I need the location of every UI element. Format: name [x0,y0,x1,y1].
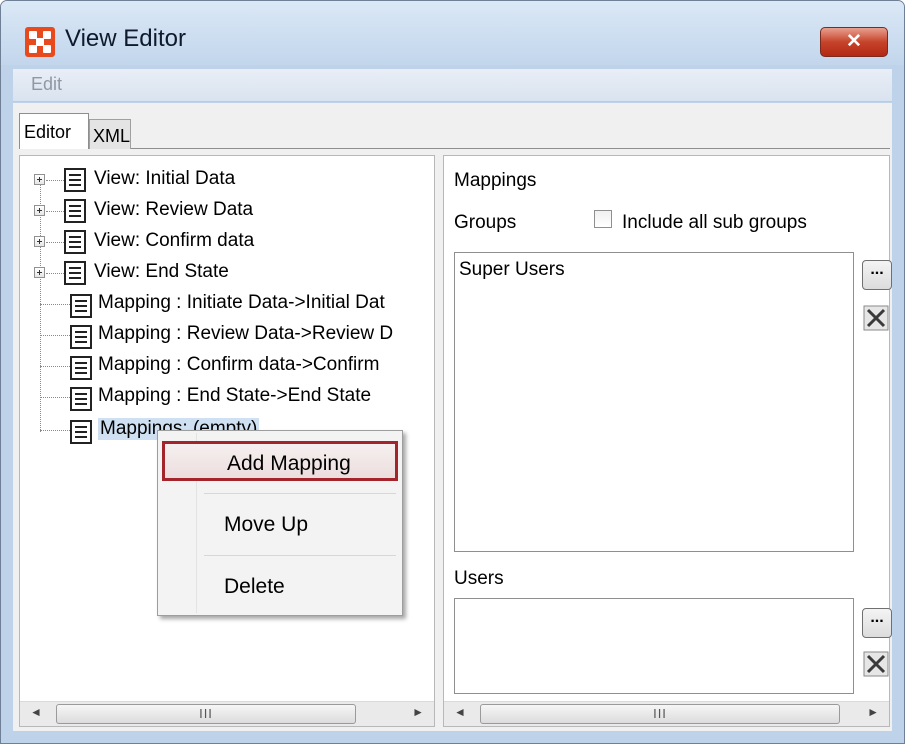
document-icon [70,420,92,444]
tree-connector [40,397,70,398]
menu-item-delete[interactable]: Delete [162,567,398,607]
client-area: Editor XML View: Initial Data View: Revi… [13,103,892,731]
list-item[interactable]: Super Users [459,259,565,281]
document-icon [64,168,86,192]
close-button[interactable]: ✕ [820,27,888,57]
tree-item-mapping-confirm-data[interactable]: Mapping : Confirm data->Confirm [70,352,434,382]
scroll-grip-icon: III [199,706,213,721]
context-menu: Add Mapping Move Up Delete [157,430,403,616]
remove-x-icon [863,651,889,677]
scroll-thumb[interactable]: III [56,704,356,724]
menu-item-add-mapping[interactable]: Add Mapping [162,441,398,481]
browse-groups-button[interactable]: ... [862,260,892,290]
tree-item-label: Mapping : Confirm data->Confirm [98,354,380,375]
tree-item-label: View: Review Data [94,199,254,220]
tree-item-label: View: Confirm data [94,230,255,251]
tree-item-mapping-end-state[interactable]: Mapping : End State->End State [70,383,434,413]
scroll-right-icon[interactable]: ► [867,705,879,719]
document-icon [70,325,92,349]
tree-item-view-review-data[interactable]: View: Review Data [34,197,414,227]
document-icon [64,199,86,223]
tree-connector [40,304,70,305]
scroll-thumb[interactable]: III [480,704,840,724]
tree-item-label: Mapping : End State->End State [98,385,372,406]
menu-bar: Edit [13,69,892,102]
tab-divider [89,148,890,149]
tree-item-label: Mapping : Initiate Data->Initial Dat [98,292,385,313]
users-label: Users [454,568,504,589]
groups-label: Groups [454,212,517,233]
view-editor-window: View Editor ✕ Edit Editor XML View: Init… [0,0,905,744]
remove-group-button[interactable] [862,304,890,332]
tree-item-view-confirm-data[interactable]: View: Confirm data [34,228,414,258]
tree-horizontal-scrollbar[interactable]: ◄ III ► [20,701,434,726]
menu-separator [204,555,396,556]
browse-users-button[interactable]: ... [862,608,892,638]
app-icon [25,27,55,57]
properties-pane: Mappings Groups Include all sub groups S… [443,155,892,727]
remove-user-button[interactable] [862,650,890,678]
menu-separator [204,493,396,494]
document-icon [70,294,92,318]
properties-horizontal-scrollbar[interactable]: ◄ III ► [444,701,889,726]
tree-item-label: View: Initial Data [94,168,236,189]
tree-connector [40,335,70,336]
scroll-left-icon[interactable]: ◄ [30,705,42,719]
expand-icon[interactable] [34,205,45,216]
scroll-right-icon[interactable]: ► [412,705,424,719]
users-list[interactable] [454,598,854,694]
close-icon: ✕ [846,31,862,52]
scroll-left-icon[interactable]: ◄ [454,705,466,719]
include-sub-groups-label[interactable]: Include all sub groups [622,212,807,234]
document-icon [70,356,92,380]
tab-strip: Editor XML [13,103,892,155]
tree-connector [40,366,70,367]
tree-item-label: Mapping : Review Data->Review D [98,323,394,344]
tab-editor[interactable]: Editor [19,113,89,149]
remove-x-icon [863,305,889,331]
window-title: View Editor [65,25,186,52]
tab-xml[interactable]: XML [89,119,131,149]
pane-splitter[interactable] [435,155,443,727]
mappings-heading: Mappings [454,170,537,191]
groups-list[interactable]: Super Users [454,252,854,552]
menu-item-label: Move Up [224,513,309,536]
tree-item-view-end-state[interactable]: View: End State [34,259,414,289]
expand-icon[interactable] [34,267,45,278]
expand-icon[interactable] [34,174,45,185]
include-sub-groups-checkbox[interactable] [594,210,612,228]
document-icon [64,261,86,285]
tree-connector [40,430,70,431]
tree-item-view-initial-data[interactable]: View: Initial Data [34,166,414,196]
document-icon [64,230,86,254]
menu-item-move-up[interactable]: Move Up [162,505,398,545]
document-icon [70,387,92,411]
tree-item-mapping-review-data[interactable]: Mapping : Review Data->Review D [70,321,434,351]
tree-item-mapping-initiate-data[interactable]: Mapping : Initiate Data->Initial Dat [70,290,434,320]
tree-item-label: View: End State [94,261,229,282]
title-bar: View Editor ✕ [1,1,904,65]
menu-item-label: Delete [224,575,285,598]
scroll-grip-icon: III [653,706,667,721]
menu-item-edit[interactable]: Edit [31,74,62,95]
menu-item-label: Add Mapping [227,452,351,475]
expand-icon[interactable] [34,236,45,247]
